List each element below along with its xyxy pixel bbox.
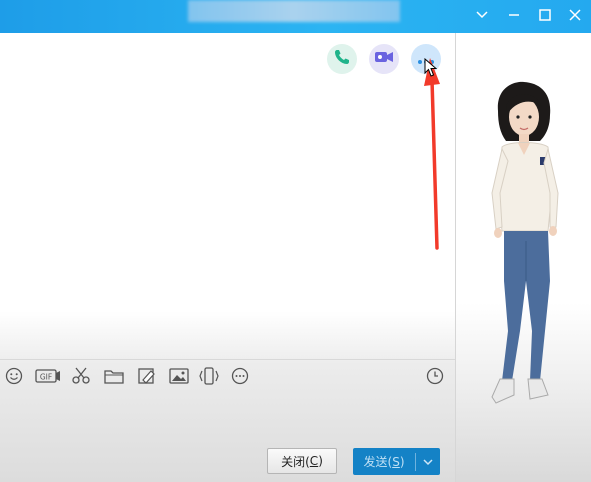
send-button[interactable]: 发送(S): [353, 448, 440, 475]
mouse-cursor-icon: [424, 58, 437, 77]
avatar-show-panel: [456, 33, 591, 482]
chevron-down-icon: [423, 455, 433, 469]
annotation-arrow: [424, 58, 440, 250]
folder-icon: [104, 368, 124, 388]
close-button[interactable]: 关闭(C): [267, 448, 337, 474]
scissors-icon: [71, 367, 91, 389]
svg-text:GIF: GIF: [40, 373, 52, 382]
phone-call-button[interactable]: [327, 44, 357, 74]
maximize-icon[interactable]: [534, 6, 556, 24]
file-button[interactable]: [103, 368, 125, 388]
shake-button[interactable]: [198, 366, 220, 390]
screenshot-button[interactable]: [70, 367, 92, 389]
blurred-title: [188, 0, 400, 22]
close-button-hotkey: C: [309, 454, 319, 468]
video-call-icon: [374, 49, 394, 69]
shake-icon: [198, 366, 220, 390]
avatar-figure: [491, 81, 559, 404]
gif-button[interactable]: GIF: [35, 368, 61, 388]
send-button-label-end: ): [399, 455, 405, 469]
gif-icon: GIF: [35, 368, 61, 388]
send-button-label: 发送(: [363, 455, 393, 469]
history-button[interactable]: [424, 367, 446, 389]
doodle-icon: [137, 367, 157, 389]
minimize-icon[interactable]: [503, 6, 525, 24]
send-options-dropdown[interactable]: [416, 455, 440, 469]
chevron-down-icon[interactable]: [471, 6, 493, 24]
emoji-icon: [5, 367, 23, 389]
close-button-label-end: ): [318, 454, 323, 468]
image-icon: [169, 368, 189, 388]
title-bar: [0, 0, 591, 33]
more-tools-icon: [231, 367, 249, 389]
image-button[interactable]: [168, 368, 190, 388]
video-call-button[interactable]: [369, 44, 399, 74]
phone-call-icon: [333, 48, 351, 70]
emoji-button[interactable]: [3, 367, 25, 389]
doodle-button[interactable]: [136, 368, 158, 388]
close-icon[interactable]: [564, 6, 586, 24]
send-button-label-wrap: 发送(S): [353, 453, 415, 470]
send-button-hotkey: S: [392, 455, 400, 469]
close-button-label: 关闭(: [281, 454, 310, 469]
chat-panel: [0, 33, 455, 482]
toolbar-divider: [0, 359, 455, 360]
more-tools-button[interactable]: [229, 367, 251, 389]
clock-icon: [426, 367, 444, 389]
